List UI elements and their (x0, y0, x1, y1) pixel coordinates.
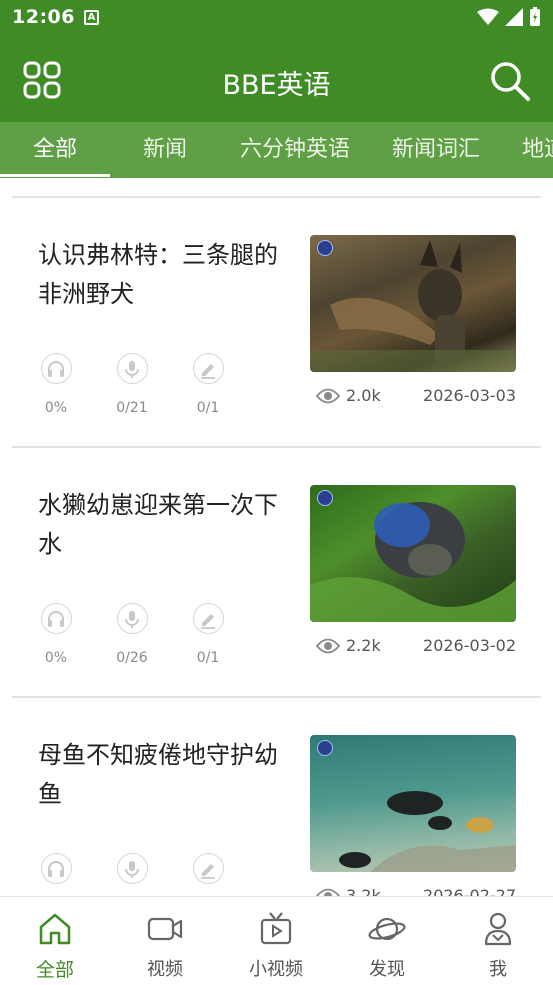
channel-badge-icon (317, 240, 333, 256)
listen-progress (31, 853, 81, 896)
fish-image (339, 791, 516, 872)
article-title[interactable]: 水獭幼崽迎来第一次下水 (38, 486, 288, 564)
microphone-icon (116, 353, 148, 384)
write-progress (183, 853, 233, 896)
nav-video[interactable]: 视频 (110, 897, 220, 985)
view-count: 2.2k (316, 636, 381, 655)
article-title[interactable]: 母鱼不知疲倦地守护幼鱼 (38, 736, 288, 814)
tab-authentic[interactable]: 地道 (522, 122, 553, 178)
speak-value: 0/26 (116, 650, 148, 666)
planet-icon (368, 917, 406, 941)
view-count: 3.2k (316, 886, 381, 896)
nav-short-video-label: 小视频 (249, 959, 303, 980)
microphone-icon (116, 603, 148, 634)
article-title[interactable]: 认识弗林特：三条腿的非洲野犬 (38, 236, 288, 314)
wild-dog-image (310, 240, 516, 372)
wifi-icon (477, 8, 499, 25)
nav-all-label: 全部 (35, 959, 74, 981)
article-feed[interactable]: 认识弗林特：三条腿的非洲野犬 0% 0/21 0/1 2.0k 2026-03-… (0, 178, 553, 896)
nav-me[interactable]: 我 (443, 897, 553, 985)
nav-discover[interactable]: 发现 (332, 897, 442, 985)
status-bar: 12:06 A (0, 0, 553, 38)
nav-all[interactable]: 全部 (0, 897, 110, 985)
views-value: 2.2k (346, 636, 381, 655)
article-thumbnail[interactable] (310, 735, 516, 872)
app-bar: BBE英语 (0, 38, 553, 122)
article-card[interactable]: 水獭幼崽迎来第一次下水 0% 0/26 0/1 2.2k 2026-03-02 (0, 448, 553, 698)
listen-progress: 0% (31, 353, 81, 416)
eye-icon (316, 638, 340, 653)
home-icon (39, 913, 71, 945)
pencil-icon (192, 603, 224, 634)
video-camera-icon (147, 917, 183, 941)
view-count: 2.0k (316, 386, 381, 405)
views-value: 2.0k (346, 386, 381, 405)
tab-news-vocab[interactable]: 新闻词汇 (392, 122, 480, 178)
channel-badge-icon (317, 740, 333, 756)
nav-video-label: 视频 (147, 959, 183, 980)
write-progress: 0/1 (183, 603, 233, 666)
article-card[interactable]: 母鱼不知疲倦地守护幼鱼 3.2k 2026-02-27 (0, 698, 553, 896)
signal-icon (505, 8, 523, 26)
speak-progress: 0/26 (107, 603, 157, 666)
eye-icon (316, 888, 340, 896)
speak-value: 0/21 (116, 400, 148, 416)
listen-value: 0% (44, 650, 68, 666)
nav-me-label: 我 (489, 959, 507, 980)
speak-progress: 0/21 (107, 353, 157, 416)
pencil-icon (192, 353, 224, 384)
tab-indicator (0, 174, 110, 177)
headphones-icon (40, 353, 72, 384)
category-tabs: 全部 新闻 六分钟英语 新闻词汇 地道 (0, 122, 553, 178)
write-value: 0/1 (196, 650, 220, 666)
article-date: 2026-02-27 (423, 886, 516, 896)
tv-icon (260, 912, 292, 945)
article-thumbnail[interactable] (310, 235, 516, 372)
channel-badge-icon (317, 490, 333, 506)
user-icon (484, 912, 512, 946)
views-value: 3.2k (346, 886, 381, 896)
nav-short-video[interactable]: 小视频 (221, 897, 331, 985)
listen-progress: 0% (31, 603, 81, 666)
tab-six-minute-english[interactable]: 六分钟英语 (240, 122, 350, 178)
bottom-nav: 全部 视频 小视频 发现 我 (0, 896, 553, 984)
write-progress: 0/1 (183, 353, 233, 416)
battery-icon (530, 7, 540, 26)
tab-news[interactable]: 新闻 (143, 122, 187, 178)
write-value: 0/1 (196, 400, 220, 416)
search-icon[interactable] (489, 60, 531, 102)
article-date: 2026-03-02 (423, 636, 516, 655)
microphone-icon (116, 853, 148, 884)
eye-icon (316, 388, 340, 403)
pencil-icon (192, 853, 224, 884)
headphones-icon (40, 853, 72, 884)
article-card[interactable]: 认识弗林特：三条腿的非洲野犬 0% 0/21 0/1 2.0k 2026-03-… (0, 198, 553, 448)
otter-image (310, 502, 516, 622)
headphones-icon (40, 603, 72, 634)
article-date: 2026-03-03 (423, 386, 516, 405)
listen-value: 0% (44, 400, 68, 416)
app-title: BBE英语 (222, 70, 331, 101)
tab-all[interactable]: 全部 (33, 122, 77, 178)
article-thumbnail[interactable] (310, 485, 516, 622)
notification-icon: A (84, 10, 99, 25)
nav-discover-label: 发现 (369, 959, 405, 980)
speak-progress (107, 853, 157, 896)
status-time: 12:06 (12, 6, 75, 28)
